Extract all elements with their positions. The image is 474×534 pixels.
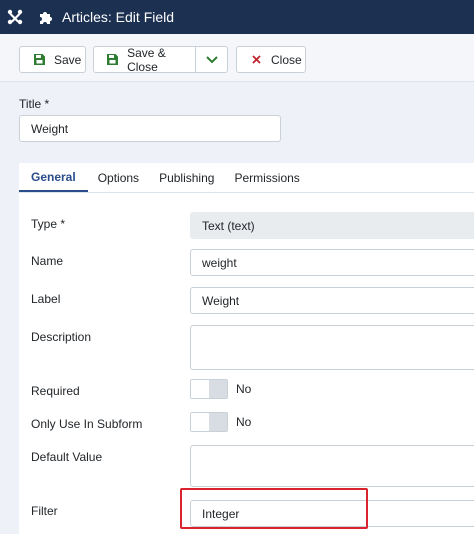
only-subform-state: No xyxy=(236,415,252,429)
default-value-textarea[interactable] xyxy=(190,445,474,487)
tab-general[interactable]: General xyxy=(19,163,88,192)
page-title: Articles: Edit Field xyxy=(38,8,174,26)
tab-permissions[interactable]: Permissions xyxy=(224,163,309,192)
type-label: Type * xyxy=(31,217,66,231)
close-icon xyxy=(249,55,263,64)
save-label: Save xyxy=(54,52,82,67)
joomla-logo-icon[interactable] xyxy=(0,0,30,34)
highlight-box xyxy=(180,488,368,529)
title-label: Title * xyxy=(19,97,50,111)
tab-bar: General Options Publishing Permissions xyxy=(19,163,474,193)
title-input[interactable]: Weight xyxy=(19,115,281,142)
name-input[interactable]: weight xyxy=(190,249,474,276)
page-title-text: Articles: Edit Field xyxy=(62,9,175,25)
label-label: Label xyxy=(31,292,61,306)
save-button[interactable]: Save xyxy=(19,46,86,73)
required-toggle[interactable] xyxy=(190,379,228,399)
toolbar: Save Save & Close Close xyxy=(0,34,474,82)
puzzle-icon xyxy=(38,8,56,26)
label-input[interactable]: Weight xyxy=(190,287,474,314)
type-field: Text (text) xyxy=(190,212,474,239)
save-options-dropdown-button[interactable] xyxy=(195,46,228,73)
floppy-disk-icon xyxy=(32,54,46,65)
save-close-label: Save & Close xyxy=(127,45,166,74)
only-subform-toggle[interactable] xyxy=(190,412,228,432)
required-label: Required xyxy=(31,384,80,398)
filter-label: Filter xyxy=(31,504,58,518)
close-label: Close xyxy=(271,52,302,67)
default-value-label: Default Value xyxy=(31,450,103,464)
floppy-disk-icon xyxy=(106,54,119,65)
toggle-track xyxy=(209,380,227,398)
required-state: No xyxy=(236,382,252,396)
close-button[interactable]: Close xyxy=(236,46,306,73)
toggle-track xyxy=(209,413,227,431)
name-label: Name xyxy=(31,254,64,268)
toggle-knob xyxy=(191,413,210,431)
only-subform-label: Only Use In Subform xyxy=(31,417,143,431)
top-bar: Articles: Edit Field xyxy=(0,0,474,34)
chevron-down-icon xyxy=(205,53,218,67)
description-label: Description xyxy=(31,330,92,344)
tab-publishing[interactable]: Publishing xyxy=(149,163,224,192)
description-textarea[interactable] xyxy=(190,325,474,370)
tab-options[interactable]: Options xyxy=(88,163,149,192)
save-close-button[interactable]: Save & Close xyxy=(93,45,196,74)
toggle-knob xyxy=(191,380,210,398)
